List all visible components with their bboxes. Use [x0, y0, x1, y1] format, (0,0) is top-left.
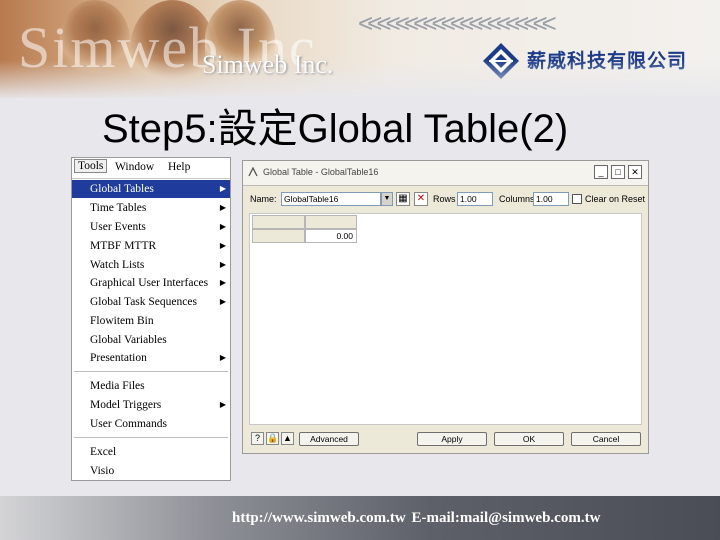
app-icon: [248, 167, 258, 177]
clear-on-reset-checkbox[interactable]: [572, 194, 582, 204]
column-header-cell[interactable]: [305, 215, 357, 229]
menu-bar: Tools Window Help: [72, 158, 230, 179]
submenu-arrow-icon: ▶: [219, 241, 226, 250]
table-toolbar: Name: GlobalTable16 ▼ ▦ ✕ Rows 1.00 Colu…: [243, 189, 648, 209]
menu-item-label: Graphical User Interfaces: [90, 277, 209, 289]
menu-item-label: Watch Lists: [90, 259, 145, 271]
ok-button[interactable]: OK: [494, 432, 564, 446]
cancel-button[interactable]: Cancel: [571, 432, 641, 446]
submenu-arrow-icon: ▶: [219, 260, 226, 269]
window-title: Global Table - GlobalTable16: [263, 167, 379, 177]
slide-title: Step5:設定Global Table(2): [102, 107, 569, 151]
table-name-combo[interactable]: GlobalTable16: [281, 192, 381, 206]
menu-item-label: User Events: [90, 221, 146, 233]
menu-item-label: Presentation: [90, 352, 147, 364]
menu-item-label: Time Tables: [90, 202, 147, 214]
cell-value: 0.00: [336, 231, 353, 241]
menu-item-label: Media Files: [90, 380, 145, 392]
menu-item-label: User Commands: [90, 418, 167, 430]
menu-item-global-task-sequences[interactable]: Global Task Sequences ▶: [72, 293, 230, 311]
submenu-arrow-icon: ▶: [219, 278, 226, 287]
menu-item-mtbf-mttr[interactable]: MTBF MTTR ▶: [72, 237, 230, 255]
minimize-button[interactable]: _: [594, 165, 608, 179]
menu-item-excel[interactable]: Excel: [72, 443, 230, 461]
maximize-button[interactable]: □: [611, 165, 625, 179]
menu-item-label: MTBF MTTR: [90, 240, 157, 252]
footer-bar: http://www.simweb.com.tw E-mail:mail@sim…: [0, 496, 720, 540]
menu-item-global-variables[interactable]: Global Variables: [72, 331, 230, 349]
menu-item-global-tables[interactable]: Global Tables ▶: [72, 180, 230, 198]
menu-item-label: Global Tables: [90, 183, 154, 195]
menu-item-graphical-user-interfaces[interactable]: Graphical User Interfaces ▶: [72, 274, 230, 292]
global-table-window: Global Table - GlobalTable16 _ □ ✕ Name:…: [242, 160, 649, 454]
chevron-down-icon[interactable]: ▼: [381, 192, 393, 206]
tools-menu-screenshot: Tools Window Help Global Tables ▶ Time T…: [71, 157, 231, 481]
menu-window[interactable]: Window: [115, 161, 154, 173]
submenu-arrow-icon: ▶: [219, 400, 226, 409]
rows-field[interactable]: 1.00: [457, 192, 493, 206]
tree-icon[interactable]: ▲: [281, 432, 294, 445]
apply-button[interactable]: Apply: [417, 432, 487, 446]
row-header-cell[interactable]: [252, 229, 305, 243]
delete-icon[interactable]: ✕: [414, 192, 428, 206]
menu-item-model-triggers[interactable]: Model Triggers ▶: [72, 396, 230, 414]
menu-item-visio[interactable]: Visio: [72, 462, 230, 480]
window-title-bar: Global Table - GlobalTable16 _ □ ✕: [243, 161, 648, 186]
menu-item-label: Flowitem Bin: [90, 315, 154, 327]
menu-item-presentation[interactable]: Presentation ▶: [72, 349, 230, 367]
menu-item-user-events[interactable]: User Events ▶: [72, 218, 230, 236]
close-button[interactable]: ✕: [628, 165, 642, 179]
lock-icon[interactable]: 🔒: [266, 432, 279, 445]
chevron-decoration: <<<<<<<<<<<<<<<<<<<<<: [358, 8, 557, 38]
submenu-arrow-icon: ▶: [219, 203, 226, 212]
header-banner: Simweb Inc <<<<<<<<<<<<<<<<<<<<< Simweb …: [0, 0, 720, 98]
menu-item-label: Global Variables: [90, 334, 167, 346]
columns-field[interactable]: 1.00: [533, 192, 569, 206]
menu-item-flowitem-bin[interactable]: Flowitem Bin: [72, 312, 230, 330]
table-grid: 0.00: [249, 213, 642, 425]
menu-separator: [74, 371, 228, 373]
rows-label: Rows: [433, 194, 456, 204]
submenu-arrow-icon: ▶: [219, 297, 226, 306]
menu-item-watch-lists[interactable]: Watch Lists ▶: [72, 256, 230, 274]
submenu-arrow-icon: ▶: [219, 222, 226, 231]
table-cell[interactable]: 0.00: [305, 229, 357, 243]
help-icon[interactable]: ?: [251, 432, 264, 445]
banner-fade: [0, 60, 720, 98]
menu-item-label: Global Task Sequences: [90, 296, 197, 308]
columns-label: Columns: [499, 194, 535, 204]
clear-on-reset-label: Clear on Reset: [585, 194, 646, 204]
footer-contact: http://www.simweb.com.tw E-mail:mail@sim…: [232, 510, 601, 526]
menu-item-media-files[interactable]: Media Files: [72, 377, 230, 395]
menu-item-label: Visio: [90, 465, 115, 477]
menu-help[interactable]: Help: [168, 161, 190, 173]
menu-item-user-commands[interactable]: User Commands: [72, 415, 230, 433]
table-edit-icon[interactable]: ▦: [396, 192, 410, 206]
advanced-button[interactable]: Advanced: [299, 432, 359, 446]
submenu-arrow-icon: ▶: [219, 184, 226, 193]
menu-item-label: Excel: [90, 446, 117, 458]
corner-header-cell: [252, 215, 305, 229]
window-bottom-bar: ? 🔒 ▲ Advanced Apply OK Cancel: [243, 429, 648, 451]
menu-separator: [74, 437, 228, 439]
submenu-arrow-icon: ▶: [219, 353, 226, 362]
menu-item-label: Model Triggers: [90, 399, 162, 411]
menu-item-time-tables[interactable]: Time Tables ▶: [72, 199, 230, 217]
menu-tools[interactable]: Tools: [74, 159, 108, 173]
name-label: Name:: [250, 194, 277, 204]
